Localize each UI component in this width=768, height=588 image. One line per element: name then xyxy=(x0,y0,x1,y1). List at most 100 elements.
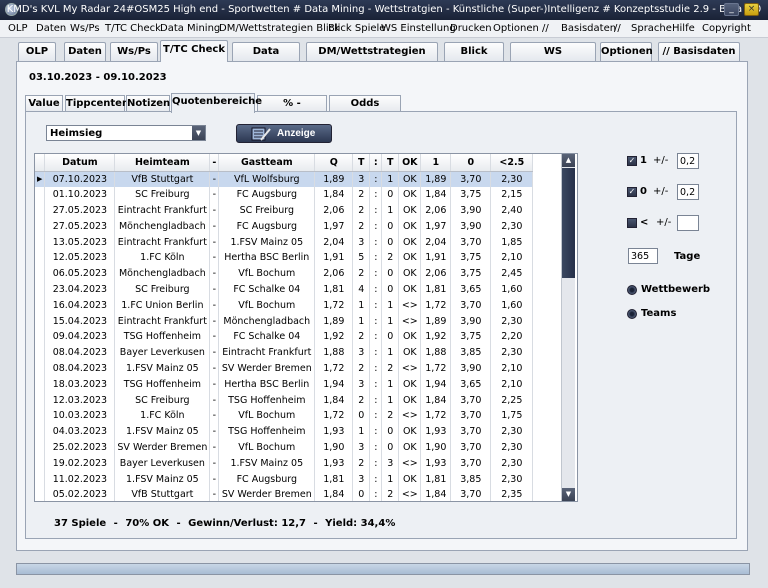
option-1-value[interactable]: 0,2 xyxy=(677,153,699,169)
table-cell[interactable]: 1 xyxy=(352,313,371,329)
table-cell[interactable]: 2 xyxy=(381,360,400,377)
table-cell[interactable]: 1,90 xyxy=(314,439,354,456)
table-cell[interactable]: 1,93 xyxy=(420,455,452,472)
table-cell[interactable]: OK xyxy=(398,265,422,282)
menu-olp[interactable]: OLP xyxy=(8,23,27,34)
table-cell[interactable]: VfB Stuttgart xyxy=(114,171,211,187)
option-0-value[interactable]: 0,2 xyxy=(677,184,699,200)
subtab-value[interactable]: Value xyxy=(25,95,63,112)
table-cell[interactable]: 2,06 xyxy=(420,202,452,219)
days-input[interactable]: 365 xyxy=(628,248,658,264)
col-1[interactable]: 1 xyxy=(420,154,452,172)
tab-olp[interactable]: OLP xyxy=(18,42,56,61)
table-cell[interactable]: 2,30 xyxy=(490,423,534,440)
table-cell[interactable]: 2,04 xyxy=(420,234,452,250)
table-cell[interactable]: 05.02.2023 xyxy=(44,486,116,501)
table-cell[interactable]: - xyxy=(209,455,220,472)
col-t-away[interactable]: T xyxy=(381,154,400,172)
table-cell[interactable]: 1,84 xyxy=(314,392,354,408)
menu-ws-ps[interactable]: Ws/Ps xyxy=(70,23,100,34)
table-row[interactable]: 08.04.2023 1.FSV Mainz 05- SV Werder Breme… xyxy=(35,360,534,377)
table-cell[interactable]: 1,94 xyxy=(314,376,354,393)
table-cell[interactable]: <> xyxy=(398,407,422,424)
table-cell[interactable]: <> xyxy=(398,360,422,377)
checkbox-under[interactable] xyxy=(627,218,637,228)
table-cell[interactable]: Eintracht Frankfurt xyxy=(114,234,211,250)
table-cell[interactable]: 3,75 xyxy=(450,328,492,345)
table-cell[interactable]: 2 xyxy=(352,186,371,203)
table-row[interactable]: 01.10.2023 SC Freiburg - FC Augsburg 1,84 2:0… xyxy=(35,186,534,203)
table-cell[interactable]: 3,65 xyxy=(450,281,492,298)
table-cell[interactable]: - xyxy=(209,313,220,329)
col-0[interactable]: 0 xyxy=(450,154,492,172)
table-cell[interactable]: 3,70 xyxy=(450,392,492,408)
table-cell[interactable]: - xyxy=(209,218,220,235)
menu-copyright[interactable]: Copyright xyxy=(702,23,751,34)
table-cell[interactable]: - xyxy=(209,171,220,187)
table-cell[interactable]: 2,06 xyxy=(314,265,354,282)
table-cell[interactable]: 2 xyxy=(381,249,400,266)
table-cell[interactable]: Eintracht Frankfurt xyxy=(114,313,211,329)
table-cell[interactable]: Bayer Leverkusen xyxy=(114,344,211,361)
table-cell[interactable]: 2,40 xyxy=(490,202,534,219)
table-cell[interactable]: 1,60 xyxy=(490,281,534,298)
table-row[interactable]: ▶ 07.10.2023 VfB Stuttgart - VfL Wolfsburg 1,… xyxy=(35,171,534,187)
chevron-down-icon[interactable]: ▼ xyxy=(192,126,205,140)
table-cell[interactable]: 3,75 xyxy=(450,186,492,203)
table-cell[interactable]: OK xyxy=(398,392,422,408)
table-cell[interactable]: 3 xyxy=(352,471,371,487)
table-cell[interactable]: VfL Bochum xyxy=(218,265,316,282)
table-cell[interactable]: 1,72 xyxy=(420,360,452,377)
table-cell[interactable]: 1,72 xyxy=(420,407,452,424)
table-cell[interactable]: : xyxy=(369,439,383,456)
table-cell[interactable]: 1,88 xyxy=(420,344,452,361)
table-cell[interactable]: FC Augsburg xyxy=(218,218,316,235)
table-cell[interactable]: 15.04.2023 xyxy=(44,313,116,329)
scroll-up-icon[interactable]: ▲ xyxy=(562,154,575,167)
table-cell[interactable]: OK xyxy=(398,439,422,456)
table-cell[interactable]: 2,30 xyxy=(490,344,534,361)
table-cell[interactable]: - xyxy=(209,234,220,250)
scroll-thumb[interactable] xyxy=(562,168,575,278)
table-cell[interactable]: SC Freiburg xyxy=(114,392,211,408)
subtab-prozent-bereiche[interactable]: % - Bereiche xyxy=(257,95,327,124)
table-cell[interactable]: SV Werder Bremen xyxy=(218,486,316,501)
table-cell[interactable]: Eintracht Frankfurt xyxy=(114,202,211,219)
table-cell[interactable]: 27.05.2023 xyxy=(44,202,116,219)
table-cell[interactable]: : xyxy=(369,455,383,472)
col-gastteam[interactable]: Gastteam xyxy=(218,154,316,172)
table-cell[interactable]: 1,60 xyxy=(490,297,534,314)
table-row[interactable]: 12.03.2023 SC Freiburg - TSG Hoffenheim 1,84… xyxy=(35,392,534,408)
table-cell[interactable]: 1,81 xyxy=(314,281,354,298)
table-cell[interactable]: VfB Stuttgart xyxy=(114,486,211,501)
table-cell[interactable]: 0 xyxy=(381,439,400,456)
table-cell[interactable]: : xyxy=(369,392,383,408)
table-cell[interactable]: OK xyxy=(398,234,422,250)
radio-teams[interactable] xyxy=(627,309,637,319)
table-cell[interactable]: 2,10 xyxy=(490,249,534,266)
table-cell[interactable]: 3,70 xyxy=(450,234,492,250)
table-cell[interactable]: 0 xyxy=(352,486,371,501)
anzeige-button[interactable]: Anzeige xyxy=(236,124,332,143)
table-cell[interactable]: 1,89 xyxy=(420,313,452,329)
table-cell[interactable]: 1.FC Union Berlin xyxy=(114,297,211,314)
table-cell[interactable]: Hertha BSC Berlin xyxy=(218,249,316,266)
table-cell[interactable]: 3,70 xyxy=(450,423,492,440)
table-cell[interactable]: : xyxy=(369,360,383,377)
table-cell[interactable]: <> xyxy=(398,455,422,472)
table-cell[interactable]: 1.FSV Mainz 05 xyxy=(114,471,211,487)
table-cell[interactable]: OK xyxy=(398,376,422,393)
radio-wettbewerb[interactable] xyxy=(627,285,637,295)
table-cell[interactable]: 2,45 xyxy=(490,265,534,282)
menu-blick-spiele[interactable]: Blick Spiele xyxy=(328,23,385,34)
table-cell[interactable]: 1 xyxy=(381,376,400,393)
filter-select[interactable]: Heimsieg ▼ xyxy=(46,125,206,141)
table-row[interactable]: 18.03.2023 TSG Hoffenheim - Hertha BSC Berl… xyxy=(35,376,534,393)
table-cell[interactable]: TSG Hoffenheim xyxy=(218,392,316,408)
menu-drucken[interactable]: Drucken xyxy=(450,23,492,34)
table-cell[interactable]: 1.FC Köln xyxy=(114,249,211,266)
col-t-home[interactable]: T xyxy=(352,154,371,172)
table-cell[interactable]: OK xyxy=(398,249,422,266)
menu-optionen[interactable]: Optionen xyxy=(493,23,539,34)
table-cell[interactable]: - xyxy=(209,360,220,377)
